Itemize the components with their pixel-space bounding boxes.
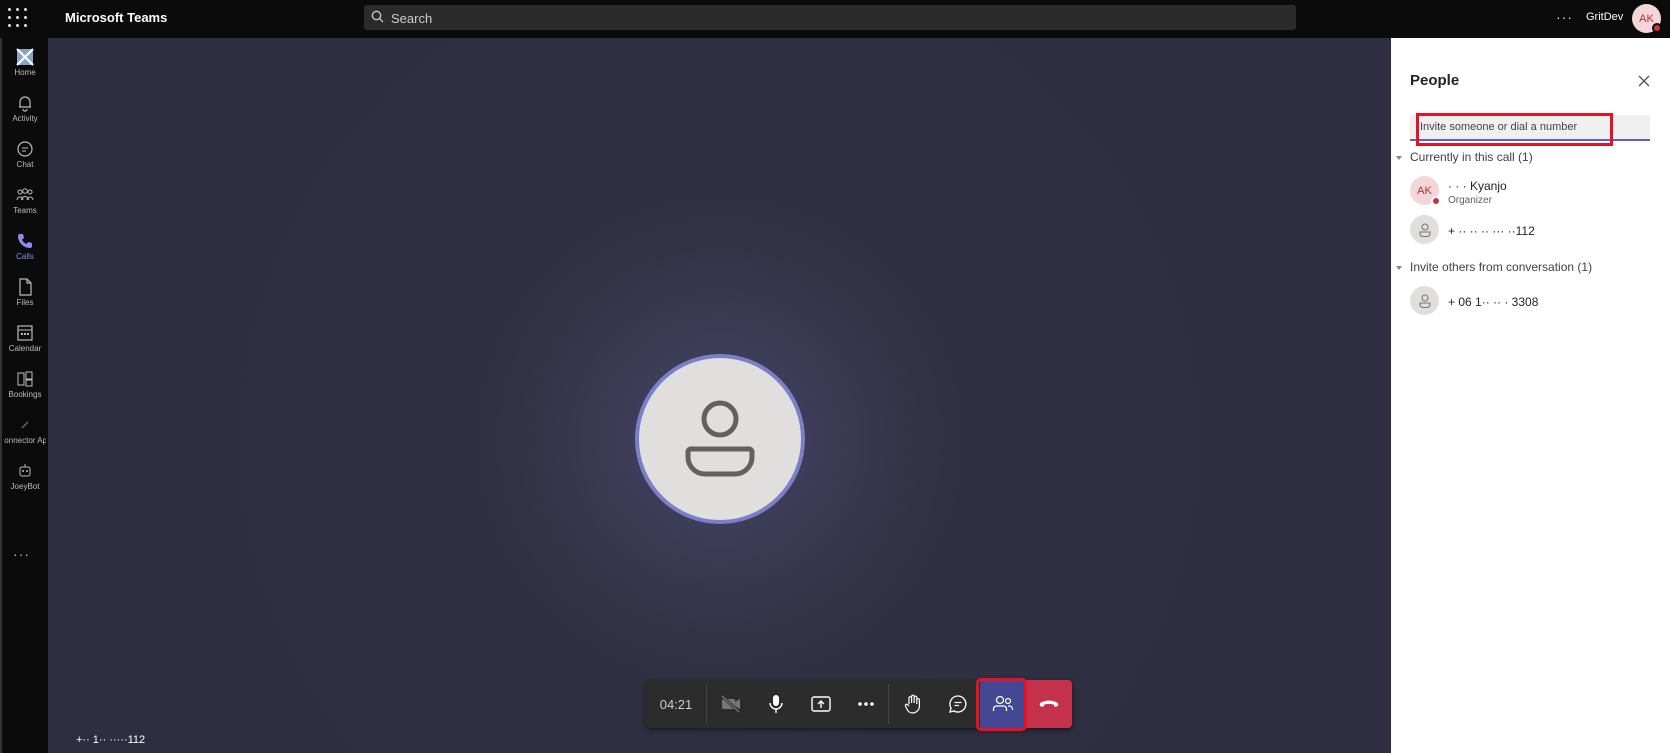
connector-icon: [21, 421, 29, 429]
call-stage: +·· 1·· ·····112: [48, 38, 1391, 753]
app-launcher-icon[interactable]: [8, 8, 28, 28]
user-initials: AK: [1639, 12, 1654, 25]
org-name: GritDev: [1586, 11, 1624, 23]
participant-role: Organizer: [1448, 195, 1492, 206]
rail-item-joeybot[interactable]: JoeyBot: [4, 456, 46, 502]
highlight-invite-input: [1416, 113, 1613, 146]
hang-up-icon: [1039, 700, 1059, 707]
camera-off-icon: [720, 695, 740, 713]
presence-busy-icon: [1431, 196, 1441, 206]
camera-button[interactable]: [708, 680, 753, 728]
invitee-name: + 06 1·· ·· · 3308: [1448, 295, 1539, 309]
search-icon: [371, 10, 384, 23]
caret-down-icon: [1396, 155, 1402, 160]
presence-busy-icon: [1652, 23, 1662, 33]
participant-row[interactable]: AK · · · Kyanjo Organizer: [1410, 176, 1660, 210]
section-current-call[interactable]: Currently in this call (1): [1396, 150, 1533, 164]
close-icon[interactable]: [1638, 74, 1650, 92]
search-box[interactable]: Search: [364, 5, 1296, 30]
rail-item-activity[interactable]: Activity: [4, 88, 46, 134]
participant-avatar: AK: [1410, 176, 1441, 206]
call-timer: 04:21: [659, 696, 693, 712]
home-icon: [16, 48, 34, 66]
highlight-people-button: [976, 678, 1027, 731]
section-invite-others[interactable]: Invite others from conversation (1): [1396, 260, 1592, 274]
bell-icon: [19, 96, 31, 112]
rail-item-teams[interactable]: Teams: [4, 180, 46, 226]
divider: [888, 684, 889, 724]
file-icon: [19, 278, 32, 296]
raise-hand-button[interactable]: [890, 680, 935, 728]
user-avatar[interactable]: AK: [1632, 4, 1662, 33]
invitee-avatar: [1410, 286, 1439, 315]
caller-avatar: [635, 354, 805, 524]
chat-icon: [17, 141, 33, 157]
caret-down-icon: [1396, 265, 1402, 270]
microphone-icon: [768, 695, 783, 713]
rail-item-files[interactable]: Files: [4, 272, 46, 318]
calendar-icon: [17, 325, 33, 341]
rail-item-connector[interactable]: Connector App: [4, 410, 46, 456]
more-apps-icon[interactable]: ···: [13, 546, 30, 562]
more-icon: [857, 702, 874, 706]
bookings-icon: [17, 371, 33, 387]
search-placeholder: Search: [391, 11, 433, 26]
teams-icon: [16, 188, 34, 201]
bot-icon: [19, 464, 31, 477]
phone-icon: [18, 234, 32, 248]
hand-icon: [904, 694, 920, 714]
participant-name: · · · Kyanjo: [1448, 179, 1507, 193]
chat-button[interactable]: [935, 680, 980, 728]
hang-up-button[interactable]: [1026, 680, 1072, 728]
app-title: Microsoft Teams: [65, 10, 168, 25]
caller-number-label: +·· 1·· ·····112: [76, 734, 146, 746]
share-screen-icon: [810, 696, 831, 712]
mic-button[interactable]: [753, 680, 798, 728]
share-button[interactable]: [798, 680, 843, 728]
rail-item-calls[interactable]: Calls: [4, 226, 46, 272]
participant-avatar: [1410, 215, 1439, 244]
person-icon: [1418, 222, 1431, 237]
rail-item-bookings[interactable]: Bookings: [4, 364, 46, 410]
top-bar: Microsoft Teams Search ··· GritDev AK: [0, 0, 1670, 38]
participant-name: + ·· ·· ·· ··· ··112: [1448, 224, 1535, 238]
chat-bubble-icon: [948, 695, 966, 713]
app-rail: Home Activity Chat Teams Calls Files Cal…: [0, 38, 48, 753]
rail-item-home[interactable]: Home: [4, 42, 46, 88]
person-icon: [1418, 293, 1431, 308]
settings-more-icon[interactable]: ···: [1556, 9, 1573, 25]
divider: [706, 684, 707, 724]
participant-row[interactable]: + ·· ·· ·· ··· ··112: [1410, 215, 1660, 249]
person-icon: [685, 400, 755, 477]
more-actions-button[interactable]: [843, 680, 888, 728]
rail-item-chat[interactable]: Chat: [4, 134, 46, 180]
invitee-row[interactable]: + 06 1·· ·· · 3308: [1410, 286, 1660, 320]
rail-item-calendar[interactable]: Calendar: [4, 318, 46, 364]
panel-title: People: [1410, 72, 1460, 89]
